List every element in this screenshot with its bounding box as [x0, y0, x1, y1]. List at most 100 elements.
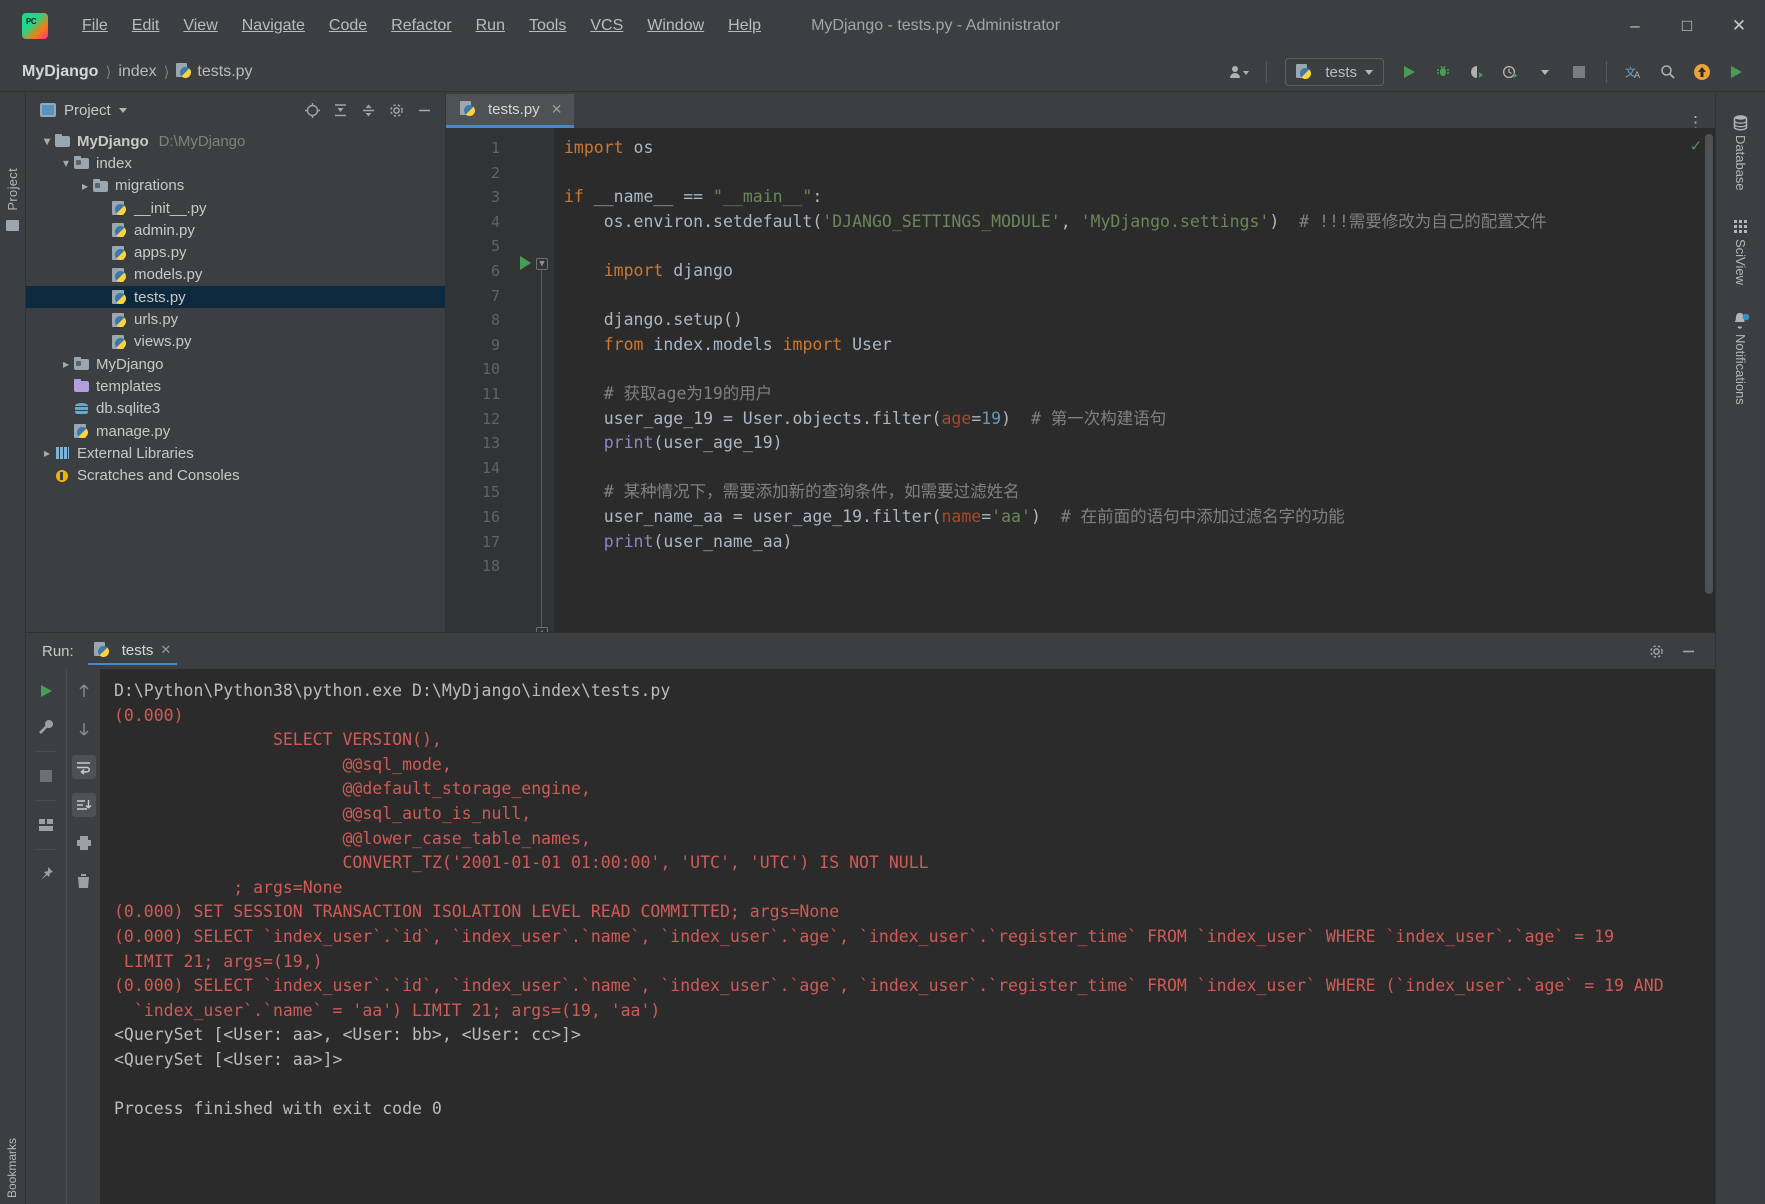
code-token: import [564, 138, 624, 157]
tree-item-tests-py[interactable]: tests.py [26, 286, 445, 309]
menu-item-tools[interactable]: Tools [517, 13, 578, 39]
fold-end-marker-icon[interactable]: ▲ [536, 627, 548, 632]
tree-item-models-py[interactable]: models.py [26, 264, 445, 286]
chevron-right-icon[interactable] [40, 446, 54, 460]
menu-item-help[interactable]: Help [716, 13, 773, 39]
menu-item-run[interactable]: Run [464, 13, 517, 39]
chevron-right-icon[interactable] [59, 357, 73, 371]
rail-item-project[interactable]: Project [5, 168, 20, 211]
main-toolbar: tests 文A [1224, 52, 1751, 92]
run-icon[interactable] [1394, 58, 1424, 86]
console-output[interactable]: D:\Python\Python38\python.exe D:\MyDjang… [100, 669, 1715, 1204]
translate-icon[interactable]: 文A [1619, 58, 1649, 86]
menu-item-window[interactable]: Window [635, 13, 716, 39]
rerun-icon[interactable] [34, 679, 58, 703]
close-icon[interactable]: ✕ [551, 101, 563, 118]
menu-item-code[interactable]: Code [317, 13, 379, 39]
run-gutter-icon[interactable] [520, 256, 531, 270]
rail-item-database[interactable]: Database [1732, 114, 1749, 191]
project-tree[interactable]: MyDjango D:\MyDjango index migrations __init… [26, 128, 445, 632]
editor-scrollbar[interactable] [1705, 134, 1713, 594]
menu-item-edit[interactable]: Edit [120, 13, 172, 39]
update-icon[interactable] [1687, 58, 1717, 86]
play-icon[interactable] [1721, 58, 1751, 86]
soft-wrap-icon[interactable] [71, 755, 96, 779]
chevron-down-icon[interactable] [40, 134, 54, 148]
gear-icon[interactable] [1643, 639, 1669, 663]
collapse-all-icon[interactable] [355, 98, 381, 122]
search-icon[interactable] [1653, 58, 1683, 86]
inspection-status-icon[interactable]: ✓ [1691, 136, 1701, 156]
tree-item-label: index [96, 154, 132, 172]
chevron-down-icon[interactable] [118, 107, 127, 113]
scroll-to-end-icon[interactable] [71, 793, 96, 817]
user-icon[interactable] [1224, 58, 1254, 86]
tree-item-mydjango[interactable]: MyDjango D:\MyDjango [26, 130, 445, 152]
breadcrumb-file[interactable]: tests.py [197, 63, 252, 81]
folder-src-icon [92, 178, 110, 194]
tree-item-templates[interactable]: templates [26, 375, 445, 397]
layout-icon[interactable] [34, 813, 58, 837]
code-editor[interactable]: 123456789101112131415161718 ▼ ▲ import o… [446, 128, 1715, 632]
tree-item-scratches-and-consoles[interactable]: Scratches and Consoles [26, 464, 445, 486]
tree-item-apps-py[interactable]: apps.py [26, 241, 445, 263]
breadcrumb-project[interactable]: MyDjango [22, 63, 98, 81]
up-arrow-icon[interactable] [72, 679, 96, 703]
hide-icon[interactable] [411, 98, 437, 122]
locate-icon[interactable] [299, 98, 325, 122]
rail-item-bookmarks[interactable]: Bookmarks [5, 1138, 19, 1198]
breadcrumb-folder[interactable]: index [118, 63, 156, 81]
debug-icon[interactable] [1428, 58, 1458, 86]
grid-icon [1733, 219, 1747, 233]
menu-item-refactor[interactable]: Refactor [379, 13, 463, 39]
rail-item-sciview[interactable]: SciView [1733, 219, 1749, 285]
tree-item-mydjango[interactable]: MyDjango [26, 353, 445, 375]
tree-item--init-py[interactable]: __init__.py [26, 197, 445, 219]
tree-item-db-sqlite3[interactable]: db.sqlite3 [26, 398, 445, 420]
console-line: Process finished with exit code 0 [114, 1099, 442, 1119]
tree-item-manage-py[interactable]: manage.py [26, 420, 445, 442]
down-arrow-icon[interactable] [72, 717, 96, 741]
tree-item-label: Scratches and Consoles [77, 467, 240, 485]
minimize-icon[interactable] [1675, 639, 1701, 663]
run-tab-tests[interactable]: tests ✕ [87, 638, 178, 665]
code-content[interactable]: import os if __name__ == "__main__": os.… [554, 128, 1715, 632]
chevron-down-icon[interactable] [59, 156, 73, 170]
code-token: import [603, 260, 664, 280]
project-panel-title: Project [64, 101, 111, 119]
minimize-button[interactable]: – [1609, 0, 1661, 52]
more-options-icon[interactable]: ⋮ [1687, 114, 1705, 131]
chevron-right-icon[interactable] [78, 179, 92, 193]
rail-item-notifications[interactable]: Notifications [1732, 312, 1750, 404]
chevron-down-icon[interactable] [1530, 58, 1560, 86]
menu-item-file[interactable]: File [70, 13, 120, 39]
tree-item-index[interactable]: index [26, 152, 445, 174]
stop-icon[interactable] [1564, 58, 1594, 86]
fold-marker-icon[interactable]: ▼ [536, 258, 548, 270]
profile-icon[interactable] [1496, 58, 1526, 86]
maximize-button[interactable]: □ [1661, 0, 1713, 52]
print-icon[interactable] [72, 831, 96, 855]
tree-item-admin-py[interactable]: admin.py [26, 219, 445, 241]
close-icon[interactable]: ✕ [160, 642, 171, 658]
tree-item-label: tests.py [134, 288, 186, 306]
trash-icon[interactable] [72, 869, 96, 893]
settings-icon[interactable] [383, 98, 409, 122]
coverage-icon[interactable] [1462, 58, 1492, 86]
menu-item-view[interactable]: View [171, 13, 229, 39]
tree-item-urls-py[interactable]: urls.py [26, 308, 445, 330]
pin-icon[interactable] [34, 862, 58, 886]
tree-item-migrations[interactable]: migrations [26, 175, 445, 197]
tree-item-external-libraries[interactable]: External Libraries [26, 442, 445, 464]
tree-item-label: urls.py [134, 311, 179, 329]
stop-icon[interactable] [34, 764, 58, 788]
tree-item-views-py[interactable]: views.py [26, 331, 445, 353]
editor-tab-tests-py[interactable]: tests.py ✕ [446, 94, 575, 128]
code-token: (user_name_aa) [653, 531, 793, 551]
run-configuration-selector[interactable]: tests [1285, 58, 1384, 86]
expand-all-icon[interactable] [327, 98, 353, 122]
close-button[interactable]: ✕ [1713, 0, 1765, 52]
menu-item-navigate[interactable]: Navigate [230, 13, 317, 39]
wrench-icon[interactable] [34, 715, 58, 739]
menu-item-vcs[interactable]: VCS [578, 13, 635, 39]
